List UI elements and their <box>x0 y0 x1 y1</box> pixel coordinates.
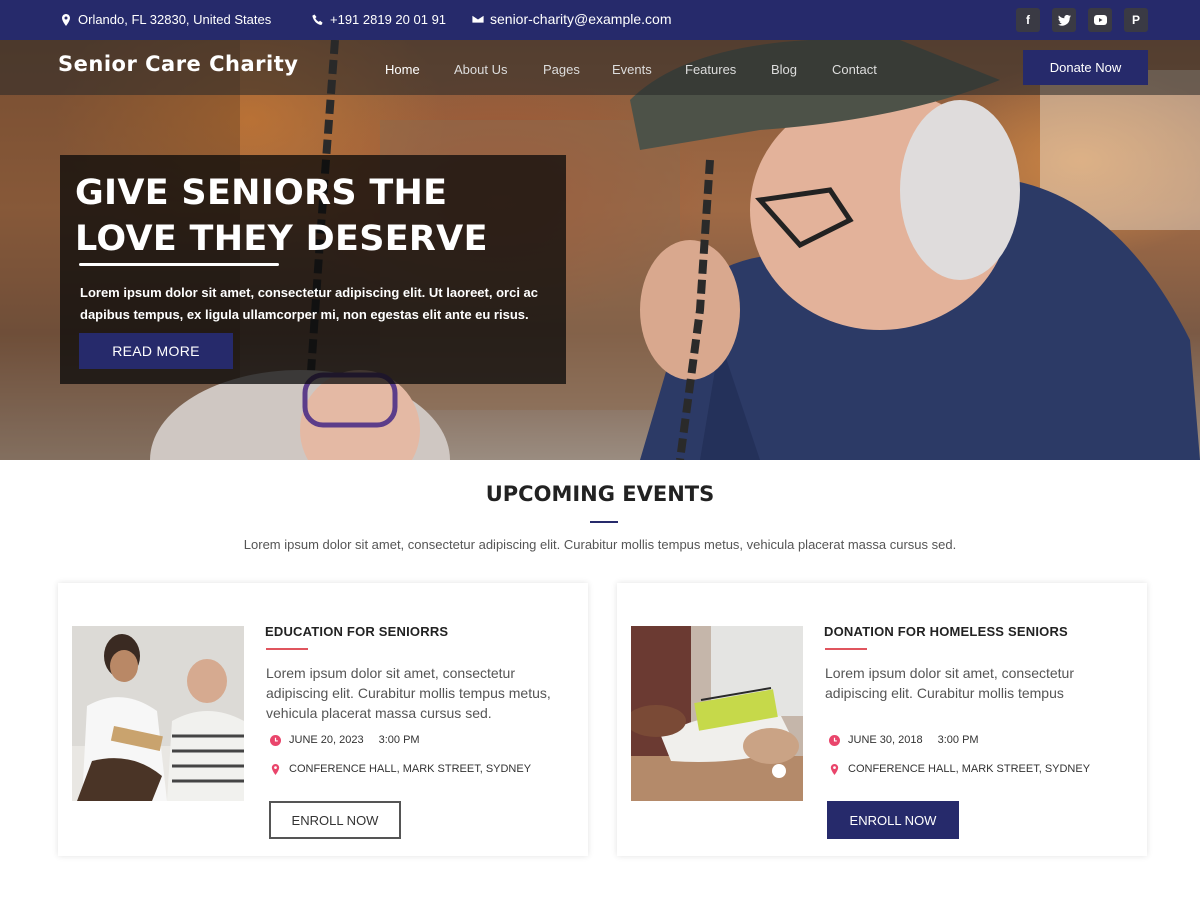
event-photo-illustration <box>72 626 244 801</box>
event-title[interactable]: EDUCATION FOR SENIORRS <box>265 624 448 639</box>
phone-text: +191 2819 20 01 91 <box>330 12 447 27</box>
top-bar: Orlando, FL 32830, United States +191 28… <box>0 0 1200 40</box>
enroll-now-button[interactable]: ENROLL NOW <box>827 801 959 839</box>
hero-title: GIVE SENIORS THE LOVE THEY DESERVE <box>75 170 555 262</box>
section-divider <box>590 521 618 523</box>
nav-blog[interactable]: Blog <box>771 62 797 77</box>
event-photo <box>72 626 244 801</box>
event-date: JUNE 30, 2018 <box>848 734 923 746</box>
event-datetime: JUNE 30, 2018 3:00 PM <box>829 734 979 746</box>
address-info: Orlando, FL 32830, United States <box>60 12 271 27</box>
event-date: JUNE 20, 2023 <box>289 734 364 746</box>
event-title[interactable]: DONATION FOR HOMELESS SENIORS <box>824 624 1068 639</box>
event-photo <box>631 626 803 801</box>
site-logo[interactable]: Senior Care Charity <box>58 52 298 76</box>
event-location: CONFERENCE HALL, MARK STREET, SYDNEY <box>829 763 1090 775</box>
social-links: f P <box>1016 8 1148 32</box>
enroll-now-button[interactable]: ENROLL NOW <box>269 801 401 839</box>
event-card: DONATION FOR HOMELESS SENIORS Lorem ipsu… <box>617 583 1147 856</box>
section-title: UPCOMING EVENTS <box>485 482 715 506</box>
hero-title-line-2: LOVE THEY DESERVE <box>75 219 488 259</box>
event-time: 3:00 PM <box>937 734 979 746</box>
twitter-icon[interactable] <box>1052 8 1076 32</box>
map-pin-icon <box>271 763 280 775</box>
event-description: Lorem ipsum dolor sit amet, consectetur … <box>266 665 551 721</box>
facebook-icon[interactable]: f <box>1016 8 1040 32</box>
address-text: Orlando, FL 32830, United States <box>78 12 272 27</box>
hero-title-line-1: GIVE SENIORS THE <box>75 173 448 213</box>
map-pin-icon <box>830 763 839 775</box>
event-time: 3:00 PM <box>378 734 420 746</box>
nav-events[interactable]: Events <box>612 62 652 77</box>
nav-pages[interactable]: Pages <box>543 62 580 77</box>
youtube-icon[interactable] <box>1088 8 1112 32</box>
nav-features[interactable]: Features <box>685 62 736 77</box>
email-info[interactable]: senior-charity@example.com <box>472 11 672 27</box>
phone-icon <box>312 14 323 25</box>
clock-icon <box>270 734 281 746</box>
nav-about-us[interactable]: About Us <box>454 62 507 77</box>
event-datetime: JUNE 20, 2023 3:00 PM <box>270 734 420 746</box>
event-description: Lorem ipsum dolor sit amet, consectetur … <box>825 665 1074 701</box>
hero-description: Lorem ipsum dolor sit amet, consectetur … <box>80 285 539 322</box>
event-location-text: CONFERENCE HALL, MARK STREET, SYDNEY <box>848 763 1091 775</box>
read-more-button[interactable]: READ MORE <box>79 333 233 369</box>
event-card: EDUCATION FOR SENIORRS Lorem ipsum dolor… <box>58 583 588 856</box>
phone-info[interactable]: +191 2819 20 01 91 <box>312 12 446 27</box>
map-pin-icon <box>62 13 70 26</box>
email-text: senior-charity@example.com <box>490 11 672 27</box>
hero-divider <box>79 263 279 266</box>
event-title-underline <box>266 648 308 650</box>
section-subtitle: Lorem ipsum dolor sit amet, consectetur … <box>243 537 957 552</box>
clock-icon <box>829 734 840 746</box>
pinterest-icon[interactable]: P <box>1124 8 1148 32</box>
event-location: CONFERENCE HALL, MARK STREET, SYDNEY <box>270 763 531 775</box>
envelope-icon <box>472 14 484 24</box>
nav-contact[interactable]: Contact <box>832 62 877 77</box>
event-location-text: CONFERENCE HALL, MARK STREET, SYDNEY <box>289 763 532 775</box>
donate-now-button[interactable]: Donate Now <box>1023 50 1148 85</box>
nav-home[interactable]: Home <box>385 62 420 77</box>
event-photo-illustration <box>631 626 803 801</box>
event-title-underline <box>825 648 867 650</box>
